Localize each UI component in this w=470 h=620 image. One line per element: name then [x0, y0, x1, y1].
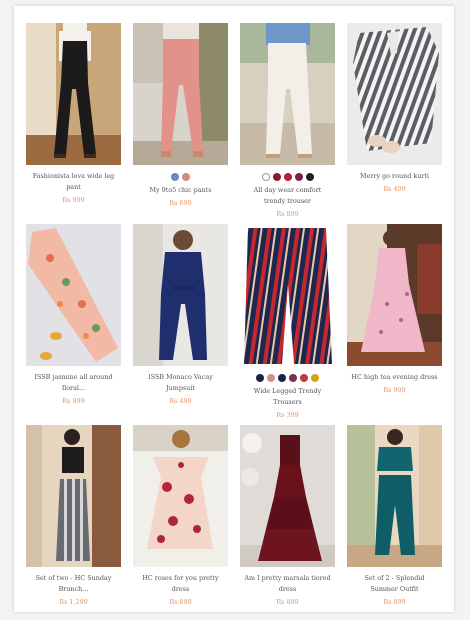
product-image[interactable] [133, 425, 228, 567]
product-name[interactable]: Set of 2 - Splendid Summer Outfit [351, 573, 438, 595]
color-swatch[interactable] [182, 173, 190, 181]
product-card[interactable]: HC high tea evening dress Rs 999 [347, 224, 442, 417]
color-swatch[interactable] [256, 374, 264, 382]
product-card[interactable]: ISSB Monaco Vacay Jumpsuit Rs 499 [133, 224, 228, 417]
product-price: Rs 899 [383, 598, 406, 606]
product-price: Rs 899 [276, 210, 299, 218]
product-image[interactable] [240, 23, 335, 165]
color-swatch[interactable] [272, 173, 281, 181]
product-image[interactable] [133, 23, 228, 165]
color-swatches [133, 173, 228, 182]
product-card[interactable]: All day wear comfort trendy trouser Rs 8… [240, 23, 335, 218]
product-listing-page: Fashionista leva wide leg pant Rs 899 My… [14, 6, 454, 612]
color-swatch[interactable] [294, 173, 303, 181]
product-card[interactable]: My 9to5 chic pants Rs 699 [133, 23, 228, 216]
color-swatch[interactable] [261, 173, 270, 181]
product-card[interactable]: Am I pretty marsala tiered dress Rs 899 [240, 425, 335, 618]
product-image[interactable] [347, 23, 442, 165]
product-name[interactable]: Fashionista leva wide leg pant [30, 171, 117, 193]
product-name[interactable]: Am I pretty marsala tiered dress [244, 573, 331, 595]
product-price: Rs 499 [169, 397, 192, 405]
product-price: Rs 1,299 [59, 598, 88, 606]
product-price: Rs 899 [276, 598, 299, 606]
color-swatch[interactable] [171, 173, 179, 181]
product-image[interactable] [26, 23, 121, 165]
product-name[interactable]: ISSB jasmine all around floral... [30, 372, 117, 394]
color-swatch[interactable] [278, 374, 286, 382]
product-name[interactable]: HC roses for you pretty dress [137, 573, 224, 595]
color-swatch[interactable] [267, 374, 275, 382]
product-card[interactable]: Merry go round kurti Rs 499 [347, 23, 442, 216]
product-price: Rs 499 [383, 185, 406, 193]
color-swatch[interactable] [311, 374, 319, 382]
product-card[interactable]: Set of two - HC Sunday Brunch... Rs 1,29… [26, 425, 121, 618]
product-image[interactable] [347, 425, 442, 567]
product-price: Rs 999 [383, 386, 406, 394]
product-name[interactable]: ISSB Monaco Vacay Jumpsuit [137, 372, 224, 394]
product-price: Rs 699 [169, 199, 192, 207]
product-image[interactable] [133, 224, 228, 366]
product-grid: Fashionista leva wide leg pant Rs 899 My… [26, 23, 442, 618]
product-price: Rs 899 [62, 196, 85, 204]
product-card[interactable]: Set of 2 - Splendid Summer Outfit Rs 899 [347, 425, 442, 618]
product-name[interactable]: All day wear comfort trendy trouser [244, 185, 331, 207]
product-name[interactable]: HC high tea evening dress [351, 372, 438, 383]
product-name[interactable]: Set of two - HC Sunday Brunch... [30, 573, 117, 595]
product-image[interactable] [240, 224, 335, 366]
product-image[interactable] [26, 224, 121, 366]
product-name[interactable]: My 9to5 chic pants [137, 185, 224, 196]
product-card[interactable]: Fashionista leva wide leg pant Rs 899 [26, 23, 121, 216]
product-price: Rs 899 [169, 598, 192, 606]
product-price: Rs 899 [62, 397, 85, 405]
color-swatches [240, 374, 335, 383]
product-card[interactable]: HC roses for you pretty dress Rs 899 [133, 425, 228, 618]
product-card[interactable]: Wide Legged Trendy Trousers Rs 399 [240, 224, 335, 419]
color-swatch[interactable] [305, 173, 314, 181]
product-card[interactable]: ISSB jasmine all around floral... Rs 899 [26, 224, 121, 417]
color-swatch[interactable] [289, 374, 297, 382]
product-image[interactable] [240, 425, 335, 567]
color-swatch[interactable] [283, 173, 292, 181]
product-name[interactable]: Merry go round kurti [351, 171, 438, 182]
color-swatch[interactable] [300, 374, 308, 382]
product-image[interactable] [26, 425, 121, 567]
product-image[interactable] [347, 224, 442, 366]
color-swatches [240, 173, 335, 182]
product-price: Rs 399 [276, 411, 299, 419]
product-name[interactable]: Wide Legged Trendy Trousers [244, 386, 331, 408]
